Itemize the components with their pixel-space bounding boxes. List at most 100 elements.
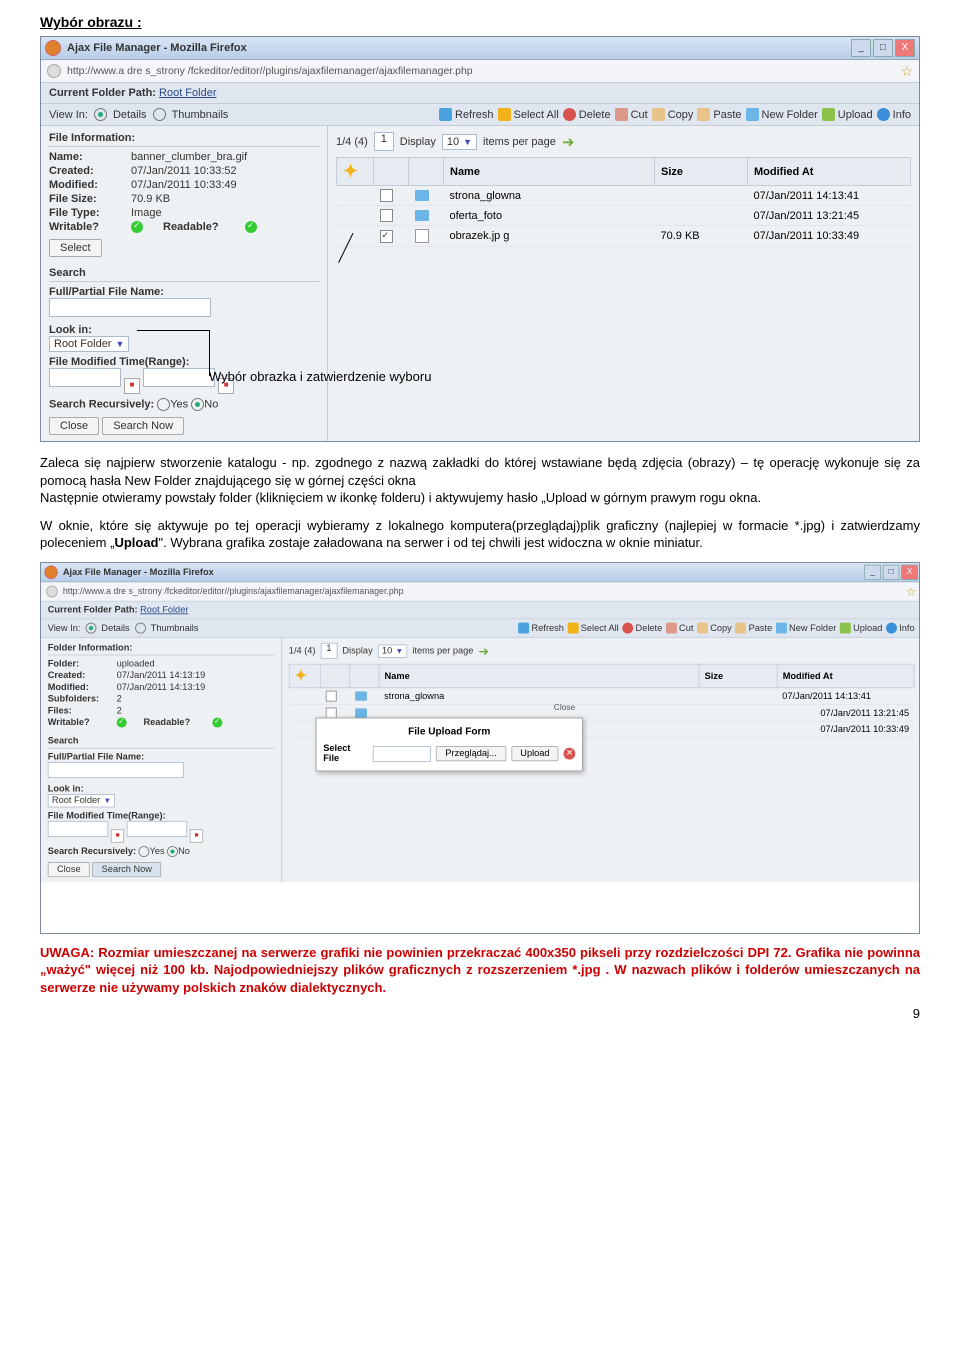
lookin-select[interactable]: Root Folder▼	[48, 794, 116, 807]
upload-title: File Upload Form	[323, 725, 575, 737]
delete-button[interactable]: Delete	[622, 622, 662, 633]
section-heading: Wybór obrazu :	[40, 14, 920, 30]
folder-icon	[415, 210, 429, 221]
col-mod[interactable]: Modified At	[748, 158, 911, 186]
col-size[interactable]: Size	[655, 158, 748, 186]
browse-button[interactable]: Przeglądaj...	[436, 746, 506, 761]
upload-icon	[822, 108, 835, 121]
annotation-line	[137, 330, 209, 332]
search-name-input[interactable]	[49, 298, 211, 317]
fmt-label: File Modified Time(Range):	[49, 356, 319, 368]
chevron-down-icon: ▼	[463, 137, 472, 147]
selectall-button[interactable]: Select All	[498, 108, 559, 121]
file-table: ✦ Name Size Modified At strona_glowna07/…	[336, 157, 911, 247]
radio-no[interactable]	[191, 398, 204, 411]
chevron-down-icon: ▼	[115, 339, 124, 349]
col-name[interactable]: Name	[444, 158, 655, 186]
table-row[interactable]: obrazek.jp g70.9 KB07/Jan/2011 10:33:49	[337, 226, 911, 247]
go-icon[interactable]: ➜	[562, 133, 575, 151]
ipp-select[interactable]: 10▼	[442, 134, 477, 150]
pager-count: 1/4 (4)	[336, 136, 368, 148]
newfolder-button[interactable]: New Folder	[776, 622, 837, 633]
close-button[interactable]: X	[895, 39, 915, 57]
check-icon	[245, 221, 257, 233]
close-search-button[interactable]: Close	[48, 862, 90, 877]
max-button[interactable]: □	[883, 564, 900, 579]
root-folder-link[interactable]: Root Folder	[159, 87, 216, 99]
cut-button[interactable]: Cut	[666, 622, 694, 633]
radio-thumbs[interactable]	[153, 108, 166, 121]
upload-button[interactable]: Upload	[840, 622, 883, 633]
url-bar[interactable]: http://www.a dre s_strony /fckeditor/edi…	[41, 60, 919, 83]
file-input[interactable]	[373, 745, 432, 761]
bookmark-star-icon[interactable]: ☆	[900, 63, 913, 80]
copy-button[interactable]: Copy	[652, 108, 694, 121]
date-to-input[interactable]	[143, 368, 215, 387]
radio-details[interactable]	[94, 108, 107, 121]
selectall-button[interactable]: Select All	[567, 622, 618, 633]
radio-details[interactable]	[85, 622, 96, 633]
toolbar: View In: Details Thumbnails Refresh Sele…	[41, 104, 919, 126]
ipp-label: items per page	[483, 136, 556, 148]
delete-button[interactable]: Delete	[563, 108, 611, 121]
close-button[interactable]: X	[901, 564, 918, 579]
page-number: 9	[40, 1006, 920, 1021]
path-bar: Current Folder Path: Root Folder	[41, 83, 919, 104]
cancel-upload-icon[interactable]: ✕	[564, 748, 575, 760]
table-row[interactable]: oferta_foto07/Jan/2011 13:21:45	[337, 206, 911, 226]
checkbox[interactable]	[380, 189, 393, 202]
newfolder-icon	[746, 108, 759, 121]
recursive-label: Search Recursively:	[49, 398, 154, 410]
paste-button[interactable]: Paste	[697, 108, 741, 121]
lookin-select[interactable]: Root Folder▼	[49, 336, 129, 352]
delete-icon	[563, 108, 576, 121]
root-folder-link[interactable]: Root Folder	[140, 605, 188, 615]
upload-close-link[interactable]: Close	[554, 703, 575, 712]
refresh-button[interactable]: Refresh	[518, 622, 564, 633]
info-button[interactable]: Info	[886, 622, 915, 633]
search-now-button[interactable]: Search Now	[92, 862, 161, 877]
firefox-icon	[44, 565, 57, 578]
page-input[interactable]: 1	[374, 132, 394, 151]
selectfile-label: Select File	[323, 743, 367, 763]
display-label: Display	[400, 136, 436, 148]
min-button[interactable]: _	[851, 39, 871, 57]
star-icon	[498, 108, 511, 121]
globe-icon	[47, 64, 61, 78]
image-icon	[415, 229, 429, 243]
newfolder-button[interactable]: New Folder	[746, 108, 818, 121]
fi-modified: 07/Jan/2011 10:33:49	[131, 179, 319, 191]
upload-submit-button[interactable]: Upload	[511, 746, 559, 761]
annotation-line	[209, 330, 210, 376]
info-button[interactable]: Info	[877, 108, 911, 121]
checkbox[interactable]	[380, 230, 393, 243]
fi-created: 07/Jan/2011 10:33:52	[131, 165, 319, 177]
select-button[interactable]: Select	[49, 239, 102, 257]
table-row[interactable]: strona_glowna07/Jan/2011 14:13:41	[337, 186, 911, 206]
max-button[interactable]: □	[873, 39, 893, 57]
search-name-input[interactable]	[48, 762, 184, 778]
screenshot-2: Ajax File Manager - Mozilla Firefox _□X …	[41, 563, 920, 882]
refresh-icon	[439, 108, 452, 121]
info-icon	[877, 108, 890, 121]
paste-button[interactable]: Paste	[735, 622, 772, 633]
table-row[interactable]: strona_glowna07/Jan/2011 14:13:41	[289, 687, 914, 704]
checkbox[interactable]	[380, 209, 393, 222]
calendar-icon[interactable]: ■	[124, 378, 140, 394]
upload-button[interactable]: Upload	[822, 108, 873, 121]
folder-icon	[415, 190, 429, 201]
date-from-input[interactable]	[49, 368, 121, 387]
search-now-button[interactable]: Search Now	[102, 417, 184, 435]
close-search-button[interactable]: Close	[49, 417, 99, 435]
star-header-icon: ✦	[343, 161, 358, 181]
radio-thumbs[interactable]	[135, 622, 146, 633]
cut-button[interactable]: Cut	[615, 108, 648, 121]
bookmark-star-icon[interactable]: ☆	[906, 584, 917, 598]
path-label: Current Folder Path:	[49, 87, 156, 99]
radio-yes[interactable]	[157, 398, 170, 411]
refresh-button[interactable]: Refresh	[439, 108, 494, 121]
min-button[interactable]: _	[864, 564, 881, 579]
screenshot-1: Ajax File Manager - Mozilla Firefox _ □ …	[40, 36, 920, 442]
fileinfo-title: File Information:	[49, 132, 319, 147]
copy-button[interactable]: Copy	[697, 622, 732, 633]
